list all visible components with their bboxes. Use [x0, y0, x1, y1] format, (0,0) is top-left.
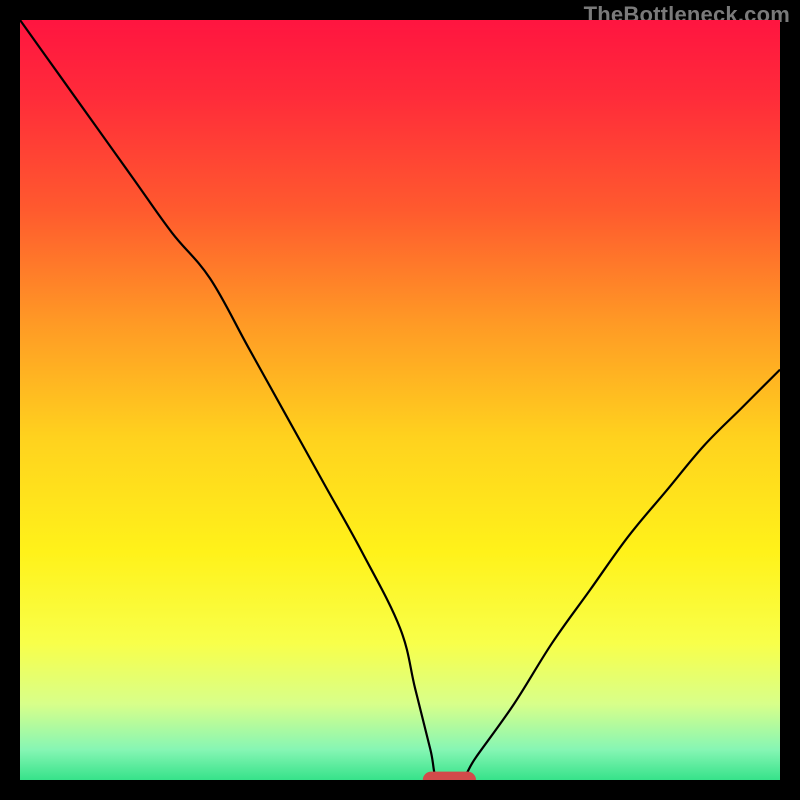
- chart-frame: TheBottleneck.com: [0, 0, 800, 800]
- optimal-marker: [423, 772, 476, 780]
- plot-area: [20, 20, 780, 780]
- gradient-background: [20, 20, 780, 780]
- bottleneck-chart: [20, 20, 780, 780]
